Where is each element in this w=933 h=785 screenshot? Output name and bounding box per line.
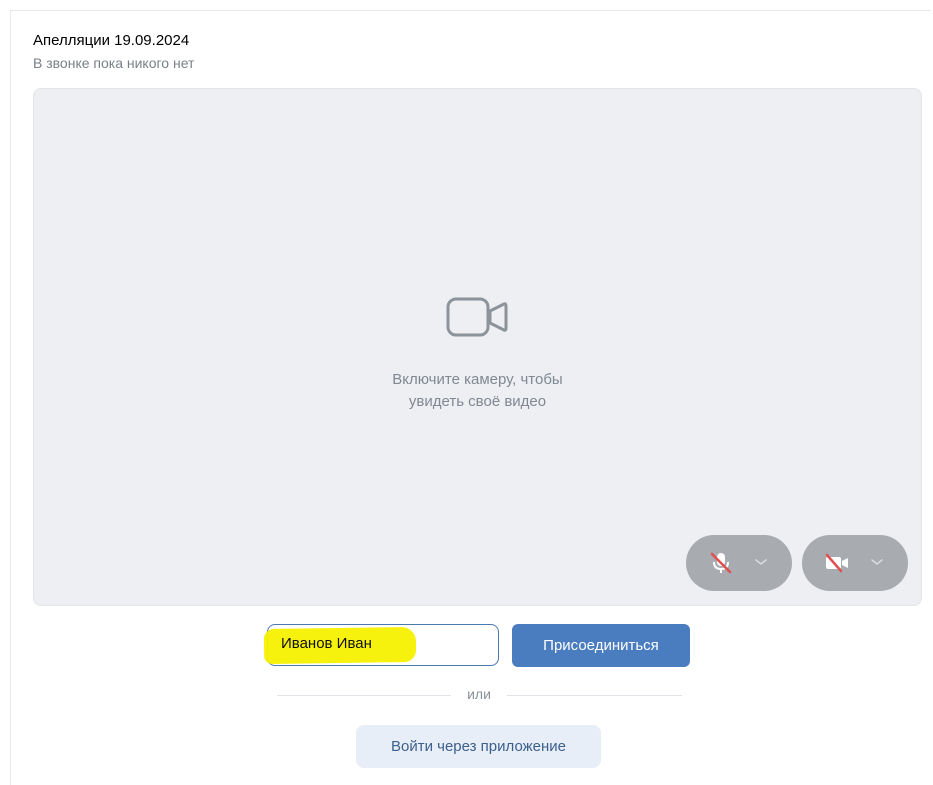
call-title: Апелляции 19.09.2024 — [33, 32, 190, 49]
join-button[interactable]: Присоединиться — [512, 624, 690, 667]
call-join-card: Апелляции 19.09.2024 В звонке пока никог… — [10, 10, 931, 785]
open-in-app-button[interactable]: Войти через приложение — [356, 725, 601, 768]
preview-hint-line1: Включите камеру, чтобы — [392, 371, 563, 388]
microphone-off-icon — [710, 552, 732, 574]
microphone-toggle-button[interactable] — [686, 535, 792, 591]
or-separator: или — [467, 686, 491, 702]
call-status: В звонке пока никого нет — [33, 55, 195, 71]
camera-off-icon — [825, 553, 848, 573]
chevron-down-icon[interactable] — [754, 557, 768, 567]
preview-hint-line2: увидеть своё видео — [408, 393, 547, 410]
marker-highlight — [263, 626, 417, 665]
chevron-down-icon[interactable] — [870, 557, 884, 567]
camera-toggle-button[interactable] — [802, 535, 908, 591]
video-preview: Включите камеру, чтобы увидеть своё виде… — [33, 88, 922, 606]
divider-left — [277, 695, 451, 696]
divider-right — [507, 695, 682, 696]
video-camera-icon — [446, 297, 508, 337]
